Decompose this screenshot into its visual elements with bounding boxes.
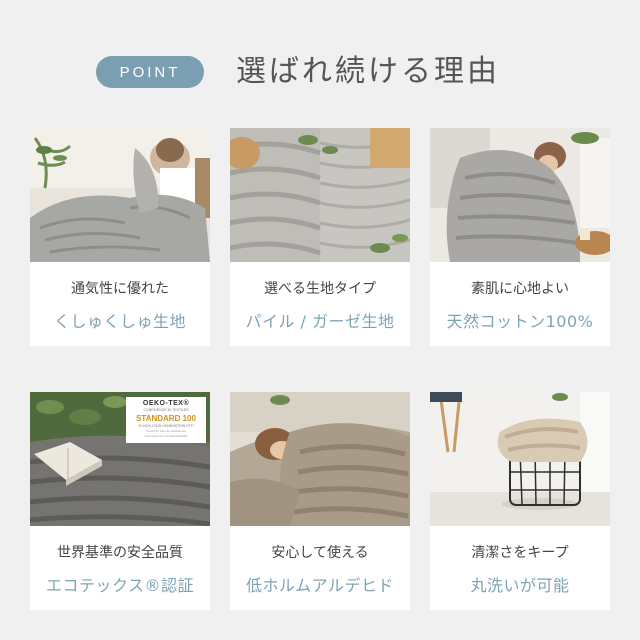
feature-highlight: くしゅくしゅ生地 — [53, 312, 186, 331]
feature-card-oeko-tex: OEKO-TEX® CONFIDENCE IN TEXTILES STANDAR… — [30, 392, 210, 610]
feature-caption: 選べる生地タイプ — [264, 281, 376, 297]
section-header: POINT 選ばれ続ける理由 — [0, 48, 640, 100]
feature-highlight: 天然コットン100% — [446, 312, 594, 331]
feature-caption: 安心して使える — [271, 545, 369, 561]
feature-card-cotton: 素肌に心地よい 天然コットン100% — [430, 128, 610, 346]
feature-highlight: 低ホルムアルデヒド — [245, 576, 395, 595]
oeko-tex-brand: OEKO-TEX® — [142, 400, 190, 407]
feature-card-washable: 清潔さをキープ 丸洗いが可能 — [430, 392, 610, 610]
photo-woman-sleeping — [230, 392, 410, 526]
feature-caption: 素肌に心地よい — [471, 281, 569, 297]
oeko-tex-label: OEKO-TEX® CONFIDENCE IN TEXTILES STANDAR… — [126, 397, 206, 443]
point-badge: POINT — [96, 56, 204, 88]
oeko-tex-standard: STANDARD 100 — [136, 414, 196, 423]
feature-card-low-formaldehyde: 安心して使える 低ホルムアルデヒド — [230, 392, 410, 610]
feature-highlight: 丸洗いが可能 — [470, 576, 570, 595]
feature-caption: 通気性に優れた — [71, 281, 169, 297]
feature-highlight: エコテックス®認証 — [45, 576, 195, 595]
photo-fabric-types — [230, 128, 410, 262]
oeko-tex-tested: Tested for harmful substances — [145, 429, 187, 433]
feature-card-breathable: 通気性に優れた くしゅくしゅ生地 — [30, 128, 210, 346]
feature-caption: 世界基準の安全品質 — [57, 545, 183, 561]
oeko-tex-id: 20.HCN.17625 HOHENSTEIN HTTI — [138, 424, 194, 428]
feature-caption: 清潔さをキープ — [471, 545, 569, 561]
photo-blanket-with-book: OEKO-TEX® CONFIDENCE IN TEXTILES STANDAR… — [30, 392, 210, 526]
section-title: 選ばれ続ける理由 — [236, 54, 500, 89]
photo-woman-wrapped — [430, 128, 610, 262]
photo-woman-with-blanket — [30, 128, 210, 262]
oeko-tex-sub: CONFIDENCE IN TEXTILES — [143, 408, 189, 412]
feature-card-fabric-types: 選べる生地タイプ パイル / ガーゼ生地 — [230, 128, 410, 346]
feature-highlight: パイル / ガーゼ生地 — [245, 312, 395, 331]
oeko-tex-url: www.oeko-tex.com/standard100 — [144, 434, 188, 438]
photo-blanket-in-basket — [430, 392, 610, 526]
